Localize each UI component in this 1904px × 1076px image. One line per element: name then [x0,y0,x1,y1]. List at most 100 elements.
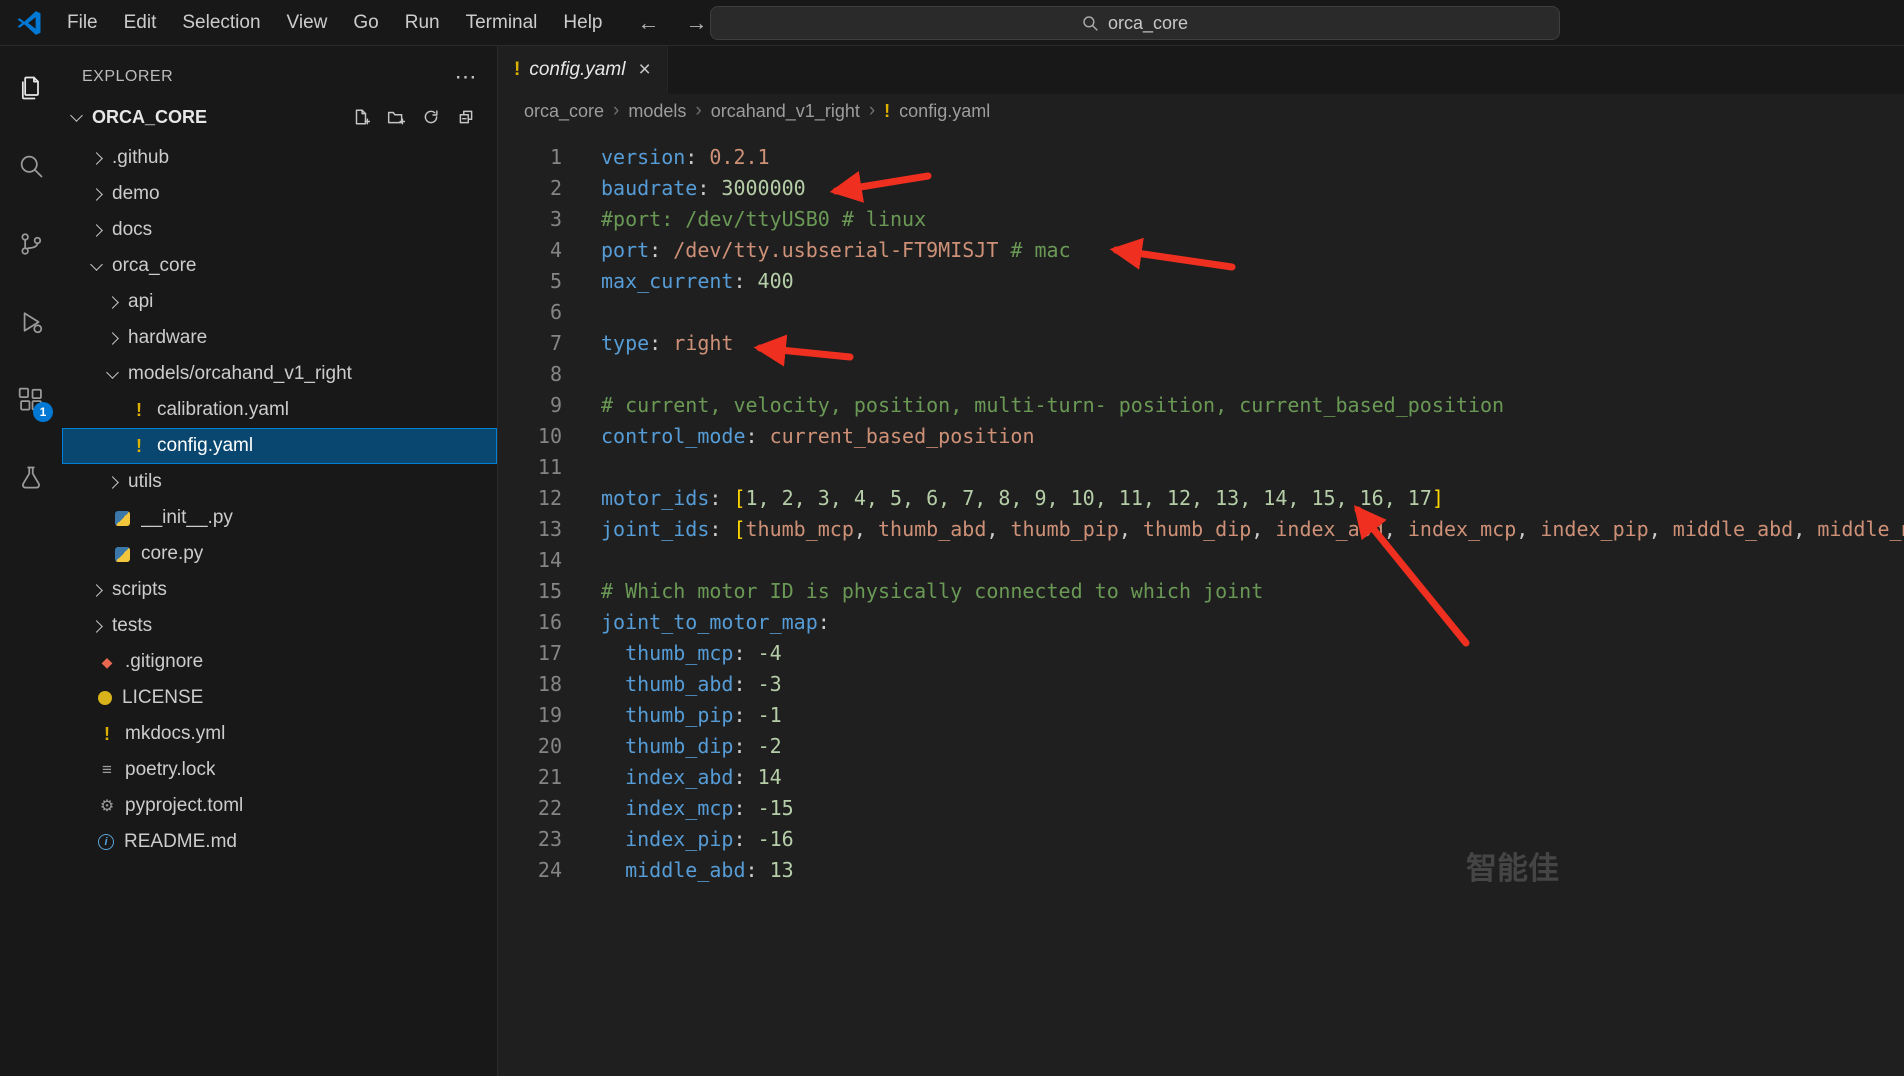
code-token: -4 [758,641,782,665]
project-root-header[interactable]: ORCA_CORE [62,100,497,134]
folder-hardware[interactable]: hardware [62,320,497,356]
code-line-19[interactable]: thumb_pip: -1 [601,700,1904,731]
folder-orca-core[interactable]: orca_core [62,248,497,284]
folder-api[interactable]: api [62,284,497,320]
code-token: : [649,331,673,355]
file-license[interactable]: LICENSE [62,680,497,716]
code-line-12[interactable]: motor_ids: [1, 2, 3, 4, 5, 6, 7, 8, 9, 1… [601,483,1904,514]
menu-edit[interactable]: Edit [111,0,170,45]
folder-tests[interactable]: tests [62,608,497,644]
file-pyproject-toml[interactable]: ⚙pyproject.toml [62,788,497,824]
chevron-down-icon [106,366,119,379]
code-token: , [1516,517,1540,541]
folder-demo[interactable]: demo [62,176,497,212]
refresh-icon[interactable] [422,108,440,126]
menu-run[interactable]: Run [392,0,453,45]
close-tab-icon[interactable]: × [638,58,650,82]
command-center-search[interactable]: orca_core [710,6,1560,40]
code-line-16[interactable]: joint_to_motor_map: [601,607,1904,638]
testing-activity-icon[interactable] [7,454,55,502]
back-arrow-icon[interactable]: ← [638,10,660,36]
run-debug-activity-icon[interactable] [7,298,55,346]
search-activity-icon[interactable] [7,142,55,190]
code-line-10[interactable]: control_mode: current_based_position [601,421,1904,452]
code-line-14[interactable] [601,545,1904,576]
code-editor[interactable]: 123456789101112131415161718192021222324 … [498,128,1904,1076]
info-icon: i [98,834,114,850]
code-token: : [685,145,709,169]
folder-docs[interactable]: docs [62,212,497,248]
more-actions-icon[interactable]: ⋯ [455,64,478,90]
explorer-activity-icon[interactable] [7,64,55,112]
code-line-13[interactable]: joint_ids: [thumb_mcp, thumb_abd, thumb_… [601,514,1904,545]
code-token: # Which motor ID is physically connected… [601,579,1263,603]
code-token: index_mcp [625,796,733,820]
code-line-15[interactable]: # Which motor ID is physically connected… [601,576,1904,607]
file-init-py[interactable]: __init__.py [62,500,497,536]
code-token: , [1384,517,1408,541]
menu-selection[interactable]: Selection [169,0,273,45]
breadcrumb-item-config-yaml[interactable]: config.yaml [899,101,990,122]
code-line-3[interactable]: #port: /dev/ttyUSB0 # linux [601,204,1904,235]
code-line-23[interactable]: index_pip: -16 [601,824,1904,855]
explorer-sidebar: EXPLORER ⋯ ORCA_CORE .githubdemodocsorca… [62,46,498,1076]
menu-file[interactable]: File [54,0,111,45]
file-gitignore[interactable]: ◆.gitignore [62,644,497,680]
menu-bar: FileEditSelectionViewGoRunTerminalHelp [54,0,616,45]
folder-utils[interactable]: utils [62,464,497,500]
tree-item-label: scripts [112,579,167,601]
code-line-6[interactable] [601,297,1904,328]
menu-help[interactable]: Help [550,0,615,45]
code-token [601,734,625,758]
extensions-activity-icon[interactable]: 1 [7,376,55,424]
source-control-activity-icon[interactable] [7,220,55,268]
code-token: , [1251,517,1275,541]
code-line-20[interactable]: thumb_dip: -2 [601,731,1904,762]
breadcrumb-item-models[interactable]: models [628,101,686,122]
file-core-py[interactable]: core.py [62,536,497,572]
code-line-1[interactable]: version: 0.2.1 [601,142,1904,173]
code-token: thumb_pip [625,703,733,727]
code-line-22[interactable]: index_mcp: -15 [601,793,1904,824]
extensions-badge: 1 [33,402,53,422]
file-poetry-lock[interactable]: ≡poetry.lock [62,752,497,788]
folder-github[interactable]: .github [62,140,497,176]
tree-item-label: core.py [141,543,203,565]
code-line-24[interactable]: middle_abd: 13 [601,855,1904,886]
code-line-4[interactable]: port: /dev/tty.usbserial-FT9MISJT # mac [601,235,1904,266]
breadcrumb-item-orcahand-v1-right[interactable]: orcahand_v1_right [711,101,860,122]
code-token: 0.2.1 [709,145,769,169]
new-file-icon[interactable] [352,108,370,126]
file-mkdocs-yml[interactable]: !mkdocs.yml [62,716,497,752]
line-number: 7 [498,328,562,359]
file-config-yaml[interactable]: !config.yaml [62,428,497,464]
code-line-17[interactable]: thumb_mcp: -4 [601,638,1904,669]
folder-models-orcahand-v1-right[interactable]: models/orcahand_v1_right [62,356,497,392]
code-line-9[interactable]: # current, velocity, position, multi-tur… [601,390,1904,421]
menu-go[interactable]: Go [340,0,391,45]
forward-arrow-icon[interactable]: → [686,10,708,36]
vscode-window: FileEditSelectionViewGoRunTerminalHelp ←… [0,0,1904,1076]
menu-view[interactable]: View [274,0,341,45]
file-readme-md[interactable]: iREADME.md [62,824,497,860]
code-token: thumb_abd [625,672,733,696]
breadcrumb-item-orca-core[interactable]: orca_core [524,101,604,122]
code-line-2[interactable]: baudrate: 3000000 [601,173,1904,204]
collapse-all-icon[interactable] [457,108,475,126]
code-token: index_abd [1275,517,1383,541]
tab-config-yaml[interactable]: ! config.yaml × [498,46,668,94]
code-line-5[interactable]: max_current: 400 [601,266,1904,297]
menu-terminal[interactable]: Terminal [453,0,551,45]
file-calibration-yaml[interactable]: !calibration.yaml [62,392,497,428]
folder-scripts[interactable]: scripts [62,572,497,608]
code-line-8[interactable] [601,359,1904,390]
code-line-7[interactable]: type: right [601,328,1904,359]
breadcrumb-separator: › [869,100,875,122]
code-token: thumb_pip [1010,517,1118,541]
code-line-18[interactable]: thumb_abd: -3 [601,669,1904,700]
code-line-11[interactable] [601,452,1904,483]
command-center-text: orca_core [1108,13,1188,34]
new-folder-icon[interactable] [387,108,405,126]
workbench: 1 EXPLORER ⋯ ORCA_CORE .g [0,46,1904,1076]
code-line-21[interactable]: index_abd: 14 [601,762,1904,793]
